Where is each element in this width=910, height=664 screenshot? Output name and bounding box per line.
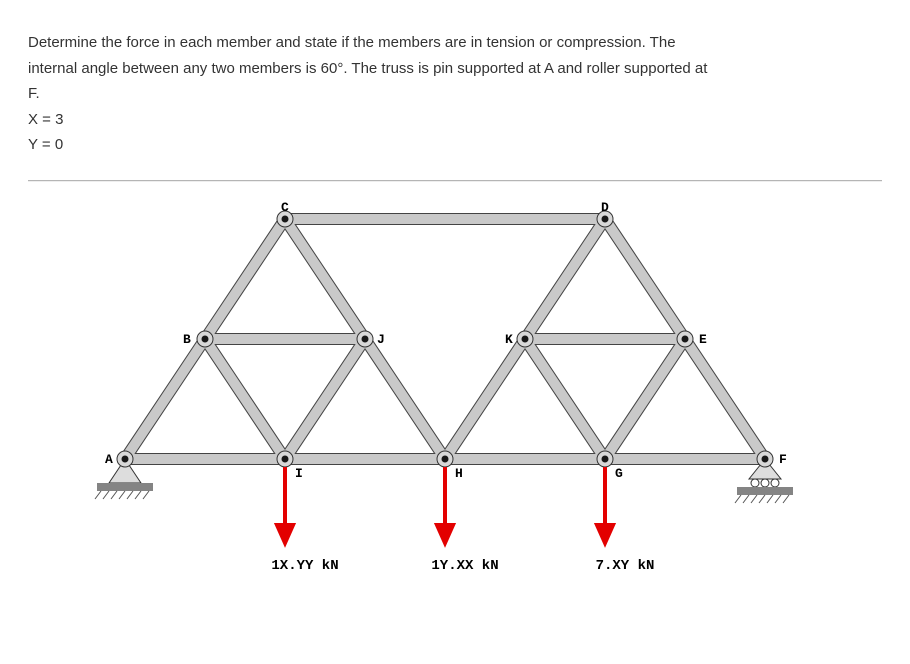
problem-line-1: Determine the force in each member and s…	[28, 30, 882, 56]
truss-figure: A B C D E F G H I J K 1X.YY kN 1Y.XX kN …	[28, 199, 882, 579]
label-B: B	[183, 332, 191, 347]
problem-statement: Determine the force in each member and s…	[28, 30, 882, 158]
members	[125, 219, 765, 459]
force-label-H: 1Y.XX kN	[431, 558, 498, 574]
node-A	[117, 451, 133, 467]
label-K: K	[505, 332, 513, 347]
x-equation: X = 3	[28, 107, 882, 133]
node-B	[197, 331, 213, 347]
node-F	[757, 451, 773, 467]
label-C: C	[281, 200, 289, 215]
node-G	[597, 451, 613, 467]
node-I	[277, 451, 293, 467]
node-E	[677, 331, 693, 347]
label-A: A	[105, 452, 113, 467]
force-arrow-H	[437, 467, 453, 543]
label-J: J	[377, 332, 385, 347]
node-K	[517, 331, 533, 347]
force-arrow-G	[597, 467, 613, 543]
force-labels: 1X.YY kN 1Y.XX kN 7.XY kN	[271, 558, 654, 574]
node-H	[437, 451, 453, 467]
force-arrows	[277, 467, 613, 543]
y-equation: Y = 0	[28, 132, 882, 158]
label-H: H	[455, 466, 463, 481]
divider	[28, 180, 882, 181]
label-F: F	[779, 452, 787, 467]
label-G: G	[615, 466, 623, 481]
problem-line-3: F.	[28, 81, 882, 107]
label-I: I	[295, 466, 303, 481]
force-label-G: 7.XY kN	[596, 558, 655, 574]
force-label-I: 1X.YY kN	[271, 558, 338, 574]
problem-line-2: internal angle between any two members i…	[28, 56, 882, 82]
label-E: E	[699, 332, 707, 347]
node-J	[357, 331, 373, 347]
force-arrow-I	[277, 467, 293, 543]
label-D: D	[601, 200, 609, 215]
